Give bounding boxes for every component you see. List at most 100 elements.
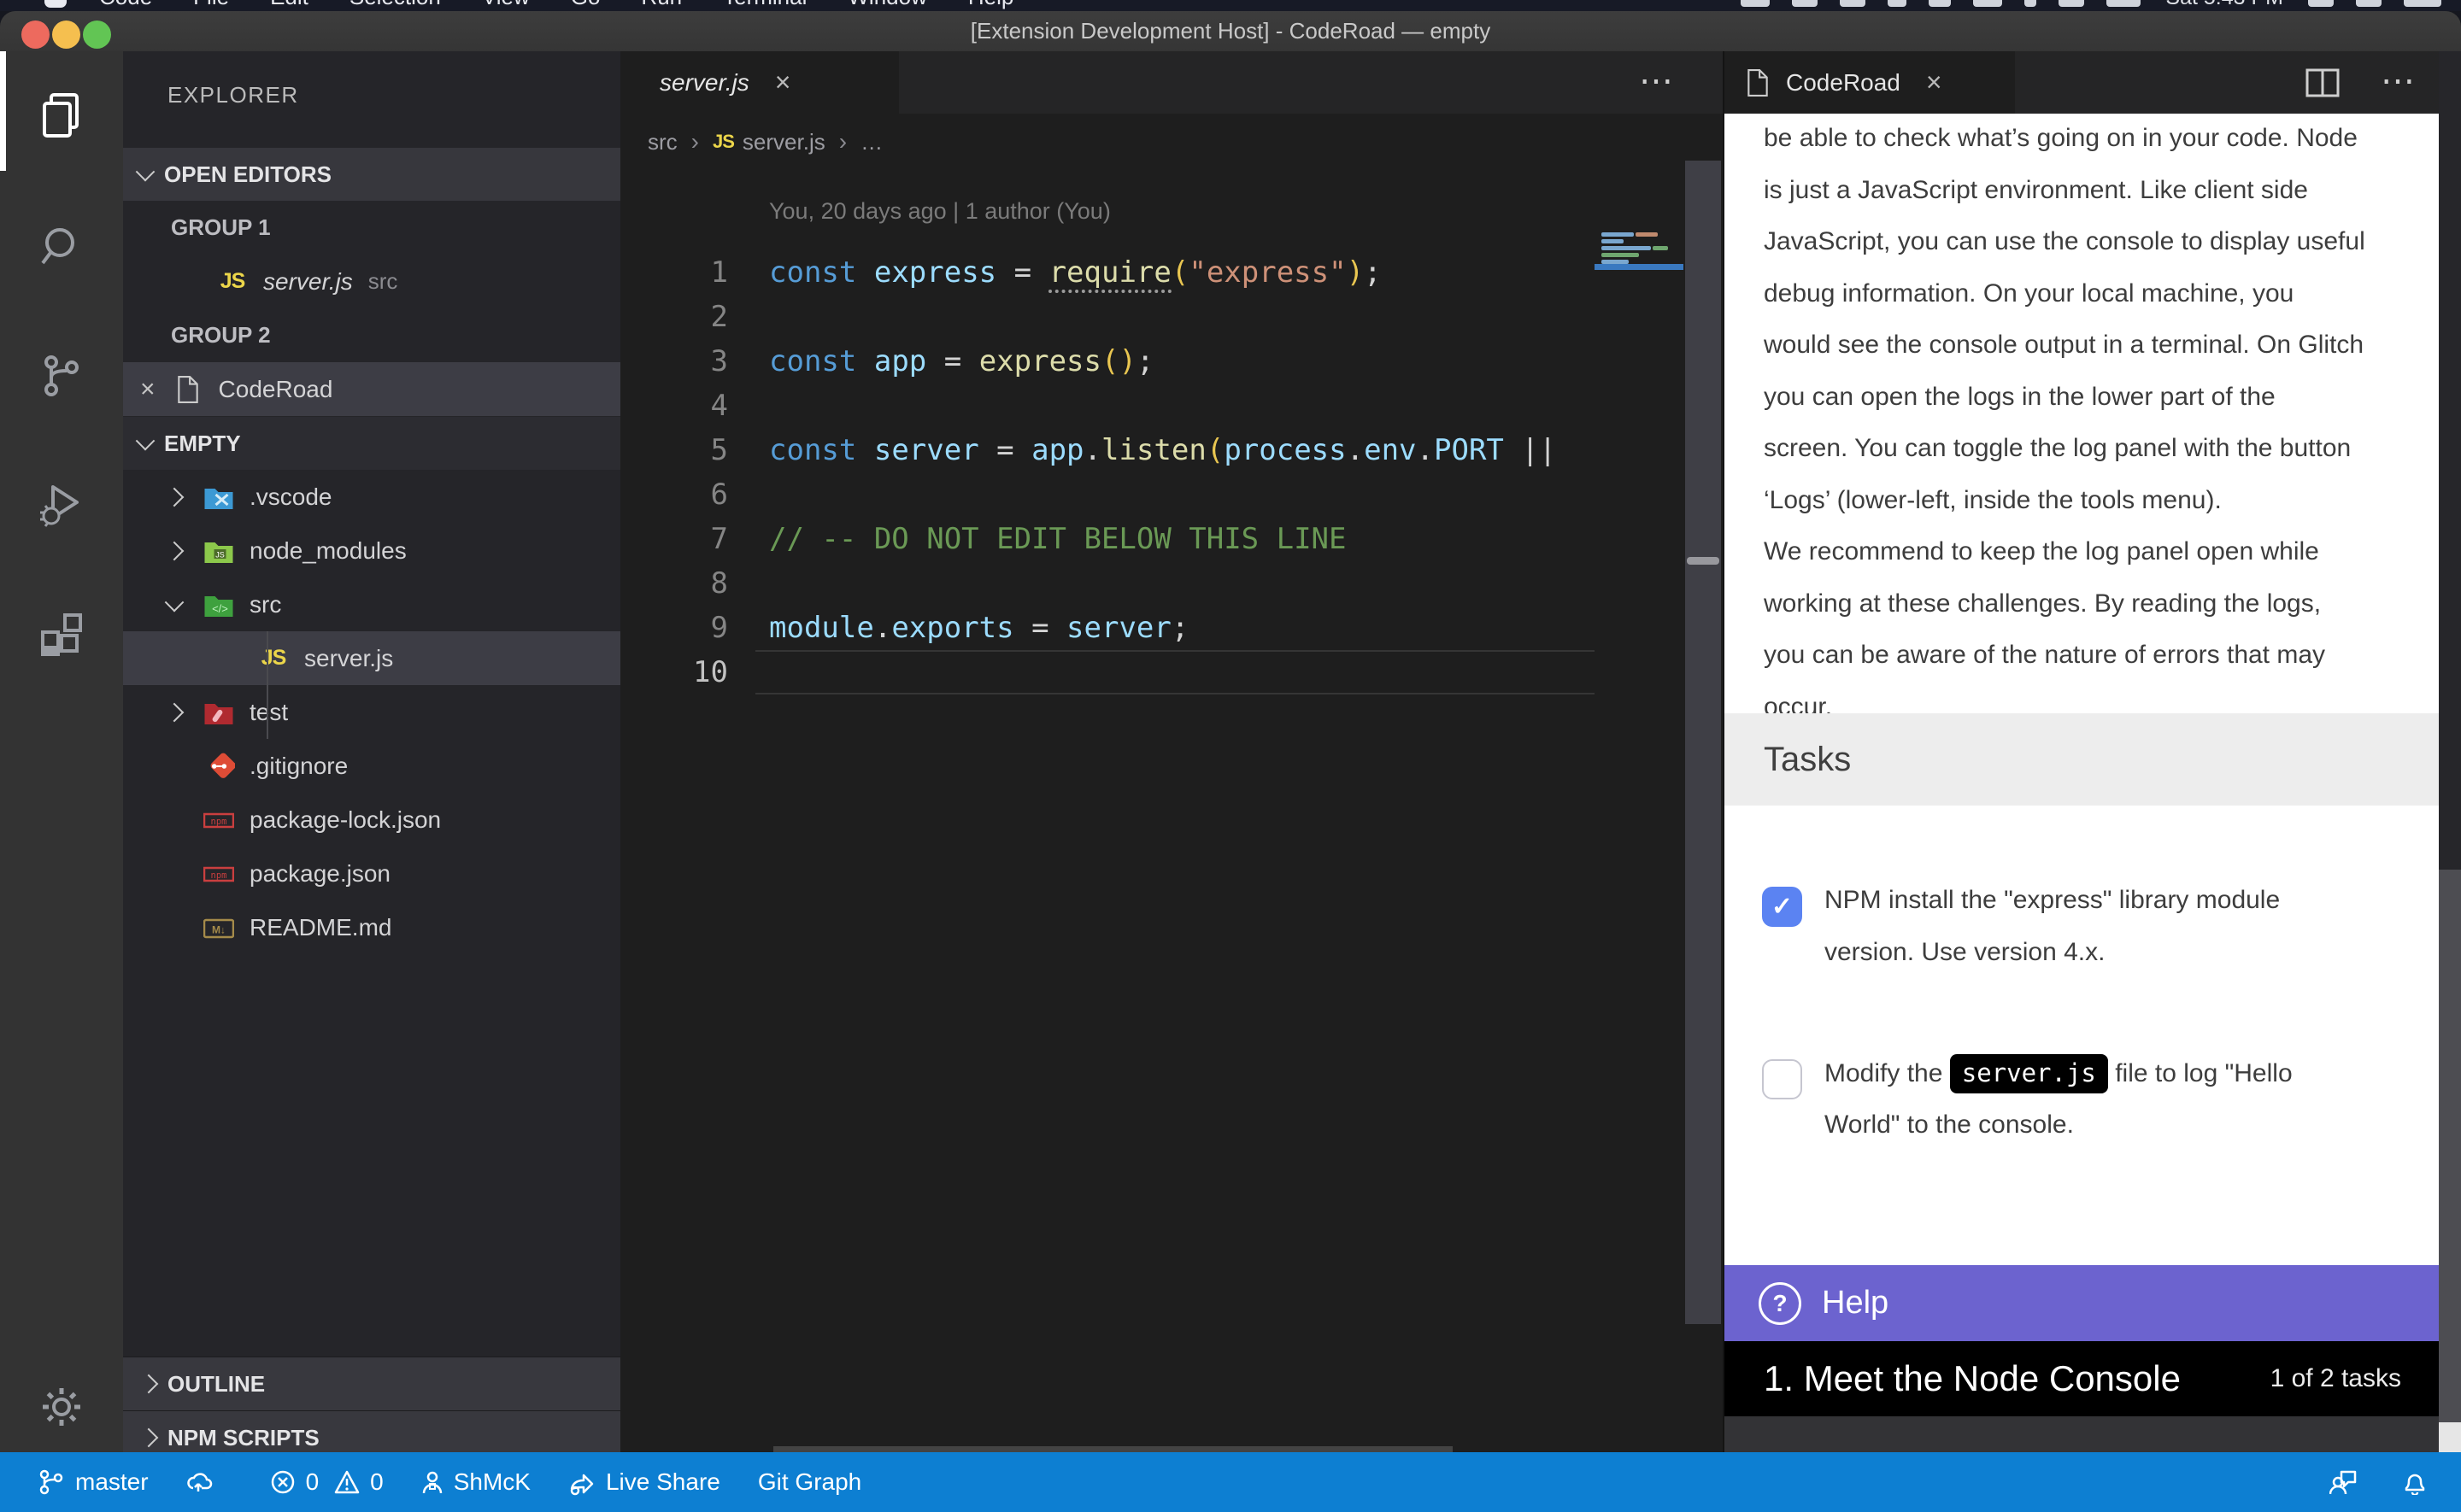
tree-item-package-lock.json[interactable]: npm package-lock.json xyxy=(123,793,620,847)
tree-item-README.md[interactable]: M↓ README.md xyxy=(123,900,620,954)
close-tab-icon[interactable]: × xyxy=(775,67,791,98)
tree-item-src[interactable]: </>src xyxy=(123,577,620,631)
tree-item-server.js[interactable]: JSserver.js xyxy=(123,631,620,685)
activity-extensions-icon[interactable] xyxy=(0,571,123,700)
menu-status-icon[interactable] xyxy=(1741,0,1770,7)
tree-item-label: README.md xyxy=(250,914,391,941)
breadcrumb-item-server.js[interactable]: server.js xyxy=(743,129,825,155)
breadcrumb: src›JSserver.js›… xyxy=(648,124,883,160)
npm-icon: npm xyxy=(200,807,238,833)
editor-name: CodeRoad xyxy=(219,376,333,403)
activity-search-icon[interactable] xyxy=(0,181,123,311)
menu-status-icon[interactable] xyxy=(1929,0,1951,7)
chevron-down-icon xyxy=(136,431,156,451)
editor-more-actions-icon[interactable]: ⋯ xyxy=(1639,62,1676,101)
menu-item-run[interactable]: Run xyxy=(620,0,702,10)
scrollbar-thumb[interactable] xyxy=(1687,557,1719,565)
menu-status-icon[interactable] xyxy=(1792,0,1818,7)
tree-item-package.json[interactable]: npmpackage.json xyxy=(123,847,620,900)
status-bell-icon[interactable] xyxy=(2401,1469,2439,1495)
tree-item-.vscode[interactable]: .vscode xyxy=(123,470,620,524)
chevron-down-icon xyxy=(165,592,185,612)
activity-files-icon[interactable] xyxy=(0,51,123,181)
tree-item-label: package-lock.json xyxy=(250,806,441,834)
section-open-editors[interactable]: OPEN EDITORS xyxy=(123,148,620,201)
menu-status-icon[interactable] xyxy=(1840,0,1865,7)
close-tab-icon[interactable]: × xyxy=(1926,67,1942,98)
status-shmck[interactable]: ShMcK xyxy=(421,1468,531,1496)
code-text: // -- DO NOT EDIT BELOW THIS LINE xyxy=(769,517,1347,561)
npmfolder-icon: JS xyxy=(200,538,238,564)
menu-item-go[interactable]: Go xyxy=(550,0,621,10)
status-cloud[interactable] xyxy=(186,1469,226,1495)
tree-item-.gitignore[interactable]: .gitignore xyxy=(123,739,620,793)
lesson-text-line: you can open the logs in the lower part … xyxy=(1764,383,2276,412)
status-git-graph[interactable]: Git Graph xyxy=(758,1468,861,1496)
tab-coderoad[interactable]: CodeRoad × xyxy=(1724,51,2015,114)
current-line-highlight xyxy=(755,650,1648,694)
tree-item-node_modules[interactable]: JS node_modules xyxy=(123,524,620,577)
menu-status-icon[interactable] xyxy=(2308,0,2334,7)
code-line-2: 2 xyxy=(620,295,1685,339)
code-line-9: 9module.exports = server; xyxy=(620,606,1685,650)
tab-server-js[interactable]: server.js × xyxy=(620,51,899,114)
help-section-header[interactable]: ? Help xyxy=(1724,1265,2439,1341)
task-checkbox-unchecked[interactable] xyxy=(1762,1059,1802,1099)
close-editor-icon[interactable]: × xyxy=(140,377,156,402)
menu-status-icon[interactable] xyxy=(2356,0,2382,7)
status-live-share[interactable]: Live Share xyxy=(568,1468,720,1496)
code-text: const app = express(); xyxy=(769,339,1154,384)
section-empty-folder[interactable]: EMPTY xyxy=(123,417,620,470)
svg-text:M↓: M↓ xyxy=(212,923,226,935)
section-outline[interactable]: OUTLINE xyxy=(123,1357,620,1410)
menu-item-code[interactable]: Code xyxy=(79,0,173,10)
code-line-1: 1const express = require("express"); xyxy=(620,250,1685,295)
tree-item-test[interactable]: test xyxy=(123,685,620,739)
activity-run-debug-icon[interactable] xyxy=(0,441,123,571)
apple-logo-icon[interactable] xyxy=(44,0,67,8)
line-number: 9 xyxy=(620,606,728,650)
editor-group: server.js × ⋯ src›JSserver.js›… You, 20 … xyxy=(620,51,1723,1452)
menu-item-view[interactable]: View xyxy=(461,0,550,10)
menu-item-file[interactable]: File xyxy=(173,0,250,10)
tasks-header-band: Tasks xyxy=(1724,713,2439,806)
vscode-icon xyxy=(200,484,238,510)
webview-more-actions-icon[interactable]: ⋯ xyxy=(2381,62,2417,101)
activity-bar xyxy=(0,51,123,1452)
menu-status-icon[interactable] xyxy=(2404,0,2441,7)
status-feedback-icon[interactable] xyxy=(2329,1468,2367,1496)
split-editor-icon[interactable] xyxy=(2305,68,2340,97)
status-0[interactable]: 0 xyxy=(270,1468,320,1496)
menu-item-edit[interactable]: Edit xyxy=(250,0,329,10)
menu-status-icon[interactable] xyxy=(1973,0,2002,7)
open-editor-item-server.js[interactable]: JSserver.jssrc xyxy=(123,255,620,308)
menu-item-selection[interactable]: Selection xyxy=(329,0,461,10)
level-footer[interactable]: 1. Meet the Node Console 1 of 2 tasks xyxy=(1724,1341,2439,1416)
task-checkbox-checked[interactable]: ✓ xyxy=(1762,887,1802,927)
menu-status-icon[interactable] xyxy=(2106,0,2141,7)
menu-status-icon[interactable] xyxy=(2024,0,2036,7)
explorer-sidebar: EXPLORER OPEN EDITORS GROUP 1JSserver.js… xyxy=(123,51,620,1452)
breadcrumb-item-src[interactable]: src xyxy=(648,129,678,155)
title-bar[interactable]: [Extension Development Host] - CodeRoad … xyxy=(0,11,2461,52)
task-text-line: World" to the console. xyxy=(1824,1111,2074,1140)
menu-item-help[interactable]: Help xyxy=(948,0,1034,10)
status-0[interactable]: 0 xyxy=(334,1468,384,1496)
status-master[interactable]: master xyxy=(38,1468,149,1496)
tree-item-label: src xyxy=(250,591,281,618)
activity-source-control-icon[interactable] xyxy=(0,311,123,441)
webview-scrollbar[interactable] xyxy=(2439,51,2461,1463)
webview-scrollbar-thumb[interactable] xyxy=(2439,870,2461,1422)
menu-item-terminal[interactable]: Terminal xyxy=(702,0,827,10)
menu-status-icon[interactable] xyxy=(2059,0,2084,7)
breadcrumb-item-…[interactable]: … xyxy=(860,129,883,155)
vertical-scrollbar[interactable] xyxy=(1685,161,1721,1324)
menu-status-icon[interactable] xyxy=(1888,0,1906,7)
menu-item-window[interactable]: Window xyxy=(827,0,947,10)
minimap[interactable] xyxy=(1595,163,1683,1364)
tree-item-label: node_modules xyxy=(250,537,407,565)
open-editor-item-CodeRoad[interactable]: × CodeRoad xyxy=(123,362,620,416)
editor-tab-bar: server.js × ⋯ xyxy=(620,51,1723,114)
section-npm-scripts[interactable]: NPM SCRIPTS xyxy=(123,1410,620,1452)
menu-items: CodeFileEditSelectionViewGoRunTerminalWi… xyxy=(0,0,1034,11)
